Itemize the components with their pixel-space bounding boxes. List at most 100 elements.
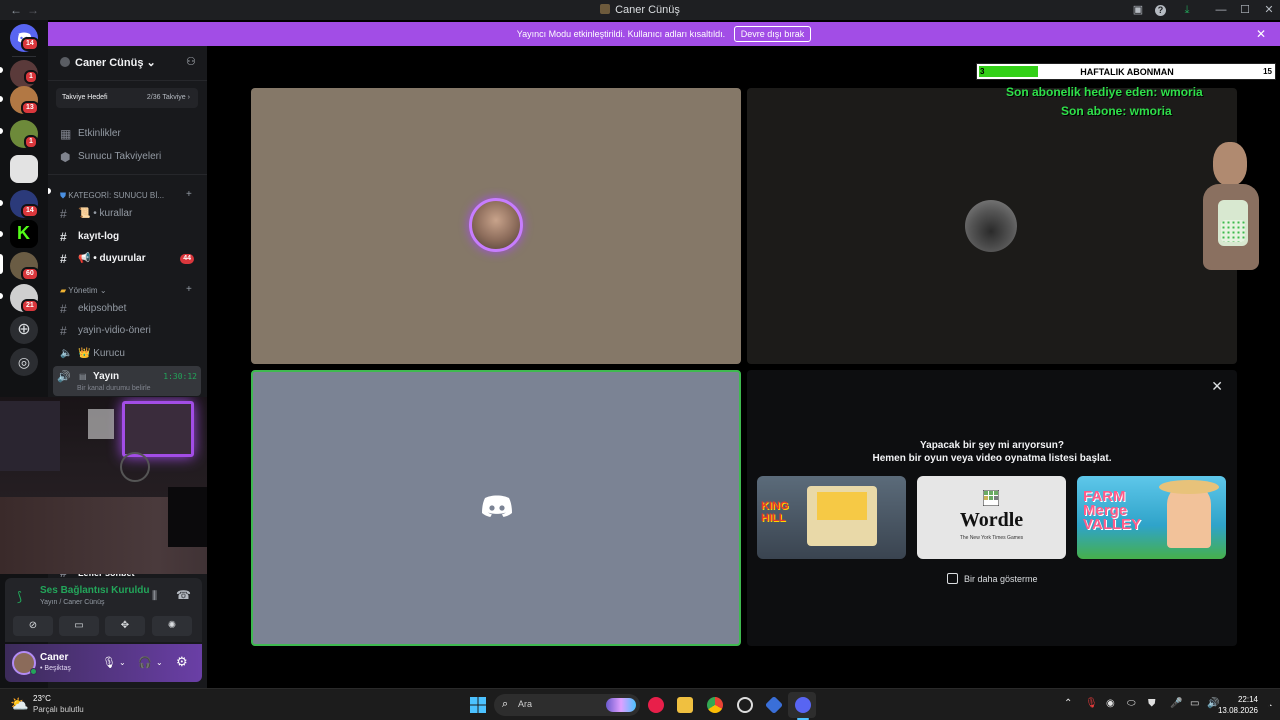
participant-avatar-speaking	[469, 198, 523, 252]
server-boosts-item[interactable]: ⬢ Sunucu Takviyeleri	[56, 147, 198, 167]
notice-close-icon[interactable]: ✕	[1256, 22, 1266, 46]
discover-icon[interactable]: ◎	[10, 348, 38, 376]
invite-people-icon[interactable]: ⚇	[186, 55, 196, 68]
wordle-grid-icon	[983, 490, 999, 506]
jersey	[88, 409, 114, 439]
window-title-text: Caner Cünüş	[615, 4, 680, 16]
headphones-icon[interactable]: 🎧	[138, 656, 152, 669]
mic-muted-icon[interactable]: 🎙	[1085, 698, 1098, 709]
tray-expand-icon[interactable]: ⌃	[1064, 698, 1072, 709]
server-badge: 21	[21, 299, 39, 313]
participant-tile-1[interactable]	[251, 88, 741, 364]
chrome-icon[interactable]	[707, 697, 723, 713]
hash-icon: #	[60, 324, 67, 338]
server-icon-4[interactable]	[10, 155, 38, 183]
participant-tile-2[interactable]	[747, 88, 1237, 364]
microphone-tray-icon[interactable]: 🎤	[1170, 698, 1182, 709]
add-server-icon[interactable]: ⊕	[10, 316, 38, 344]
farm-merge-valley-card[interactable]: FARM Merge VALLEY	[1077, 476, 1226, 559]
king-of-the-hill-card[interactable]: KING HILL	[757, 476, 906, 559]
unread-pill	[0, 96, 3, 102]
tray-app-icon[interactable]: ◉	[1106, 698, 1115, 709]
file-explorer-icon[interactable]	[677, 697, 693, 713]
minimize-button[interactable]: —	[1214, 3, 1228, 17]
sticker-face	[1213, 142, 1247, 186]
shield-tray-icon[interactable]: ⛊	[1148, 698, 1156, 709]
events-item[interactable]: ▦ Etkinlikler	[56, 124, 198, 144]
lock-icon: ▤	[79, 372, 87, 381]
close-button[interactable]: ✕	[1262, 3, 1276, 17]
app-icon[interactable]	[764, 695, 784, 715]
maximize-button[interactable]: ☐	[1238, 3, 1252, 17]
channel-label: 📢 • duyurular	[78, 253, 146, 264]
notification-icon[interactable]: ◔	[1268, 703, 1272, 710]
taskbar-search[interactable]: ⌕ Ara	[494, 694, 640, 716]
channel-duyurular[interactable]: # 📢 • duyurular 44	[56, 249, 198, 269]
channel-label: ekipsohbet	[78, 303, 127, 314]
server-badge: 1	[24, 70, 38, 84]
obs-icon[interactable]	[737, 697, 753, 713]
hash-icon: #	[60, 302, 67, 316]
dont-show-again-checkbox[interactable]: Bir daha gösterme	[947, 573, 1038, 584]
weather-cloud-sun-icon[interactable]: ⛅	[10, 695, 29, 713]
music-app-icon[interactable]	[648, 697, 664, 713]
boost-icon: ⬢	[60, 150, 71, 164]
category-header[interactable]: ▰ Yönetim ⌄ +	[60, 284, 192, 295]
add-channel-icon[interactable]: +	[186, 189, 192, 200]
temperature[interactable]: 23°C	[33, 694, 51, 703]
server-name: Caner Cünüş	[75, 57, 144, 69]
channel-kayit-log[interactable]: # kayıt-log	[56, 227, 198, 247]
add-channel-icon[interactable]: +	[186, 284, 192, 295]
streamer-mode-notice: Yayıncı Modu etkinleştirildi. Kullanıcı …	[48, 22, 1280, 46]
checkbox[interactable]	[947, 573, 958, 584]
channel-kurallar[interactable]: # 📜 • kurallar	[56, 204, 198, 224]
channel-label: 👑 Kurucu	[78, 348, 125, 359]
activities-button[interactable]: ✥	[105, 616, 145, 636]
network-icon[interactable]: ▭	[1190, 698, 1199, 709]
disable-streamer-mode-button[interactable]: Devre dışı bırak	[733, 26, 812, 42]
hash-icon: #	[60, 230, 67, 244]
streamer-sticker	[1201, 140, 1261, 270]
noise-suppression-icon[interactable]: ⫼	[152, 590, 157, 603]
voice-timer: 1:30:12	[163, 372, 197, 381]
settings-gear-icon[interactable]: ⚙	[176, 654, 188, 670]
custom-status: • Beşiktaş	[40, 665, 71, 672]
voice-channel-yayin[interactable]: 🔊 ▤ Yayın 1:30:12 Bir kanal durumu belir…	[53, 366, 201, 396]
help-icon[interactable]: ?	[1155, 5, 1166, 16]
steam-icon[interactable]: ⬭	[1127, 698, 1136, 709]
kick-server-icon[interactable]: K	[10, 220, 38, 248]
inbox-icon[interactable]: ▣	[1131, 3, 1145, 17]
card-title: Wordle	[959, 509, 1024, 531]
channel-yayin-vidio-oneri[interactable]: # yayin-vidio-öneri	[56, 321, 198, 341]
system-clock[interactable]: 22:14 13.08.2026	[1218, 694, 1258, 716]
camera-toggle-button[interactable]: ⊘	[13, 616, 53, 636]
soundboard-button[interactable]: ✺	[152, 616, 192, 636]
category-header[interactable]: ⛊ KATEGORİ: SUNUCU Bİ... +	[60, 189, 192, 201]
microphone-icon[interactable]: 🎙	[102, 656, 116, 669]
audio-options-chevron-icon[interactable]: ⌄	[156, 658, 163, 667]
server-name-header[interactable]: Caner Cünüş ⌄	[60, 56, 156, 69]
close-icon[interactable]: ✕	[1211, 378, 1223, 395]
participant-tile-3-speaking[interactable]	[251, 370, 741, 646]
download-icon[interactable]: ⤓	[1180, 3, 1194, 17]
notice-text: Yayıncı Modu etkinleştirildi. Kullanıcı …	[516, 29, 726, 39]
channel-label: 📜 • kurallar	[78, 208, 133, 219]
server-icon	[600, 4, 611, 14]
wordle-card[interactable]: Wordle The New York Times Games	[917, 476, 1066, 559]
boost-goal[interactable]: Takviye Hedefi 2/36 Takviye ›	[56, 88, 198, 108]
discord-taskbar-icon[interactable]	[795, 697, 811, 713]
set-channel-status[interactable]: Bir kanal durumu belirle	[77, 385, 151, 392]
signal-icon[interactable]: ⟆	[17, 589, 22, 605]
boost-count: 2/36 Takviye	[146, 94, 186, 101]
search-placeholder: Ara	[518, 699, 533, 709]
mic-options-chevron-icon[interactable]: ⌄	[119, 658, 126, 667]
windows-start-icon	[470, 697, 486, 713]
disconnect-icon[interactable]: ☎	[176, 588, 191, 602]
voice-location[interactable]: Yayın / Caner Cünüş	[40, 599, 104, 606]
screen-share-button[interactable]: ▭	[59, 616, 99, 636]
channel-ekipsohbet[interactable]: # ekipsohbet	[56, 299, 198, 319]
channel-kurucu[interactable]: 🔈 👑 Kurucu	[56, 344, 198, 364]
dm-badge: 14	[21, 37, 39, 51]
activity-question: Yapacak bir şey mi arıyorsun?	[920, 440, 1064, 451]
weather-description[interactable]: Parçalı bulutlu	[33, 705, 84, 714]
